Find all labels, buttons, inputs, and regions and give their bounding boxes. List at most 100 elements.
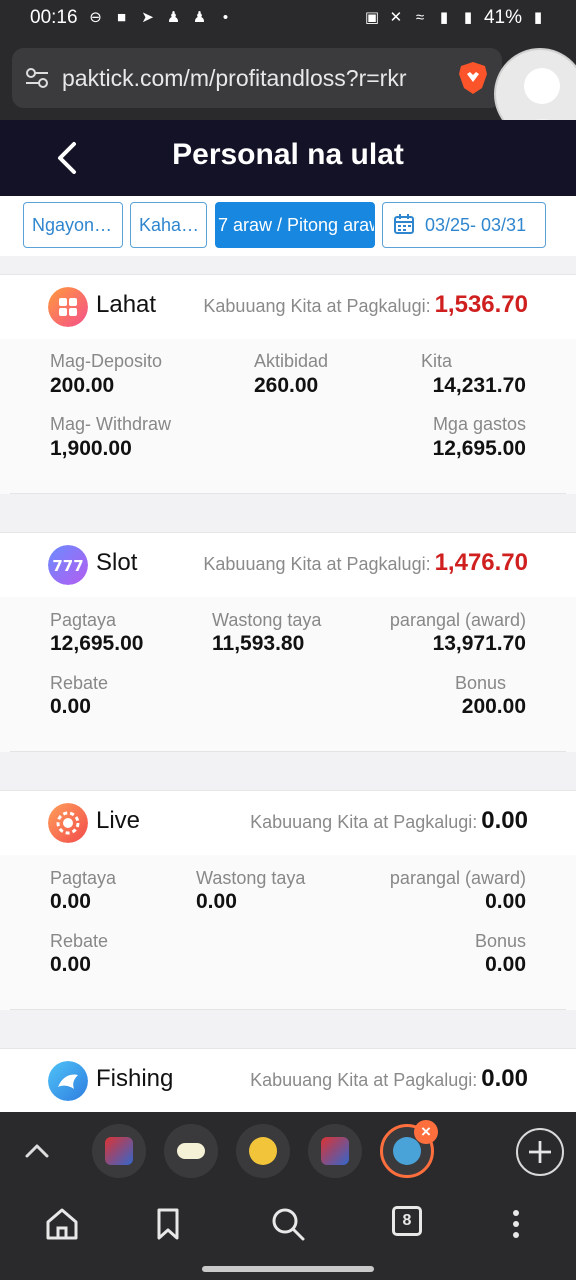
tab-thumbnail-4[interactable] <box>308 1124 362 1178</box>
browser-toolbar: paktick.com/m/profitandloss?r=rkr <box>0 36 576 140</box>
signal-icon-2: ▮ <box>463 9 473 26</box>
clock: 00:16 <box>30 7 78 28</box>
date-range-text: 03/25- 03/31 <box>425 215 527 235</box>
card-header: 777 Slot Kabuuang Kita at Pagkalugi: 1,47… <box>0 533 576 597</box>
dot-icon: • <box>222 9 229 26</box>
date-filter-tabs: Ngayon… Kaha… 7 araw / Pitong araw 03/25… <box>0 196 576 256</box>
tab-switcher-button[interactable]: 8 <box>392 1206 422 1236</box>
divider <box>10 493 566 494</box>
bonus-value: 0.00 <box>485 953 526 976</box>
gesture-handle <box>202 1266 374 1272</box>
total-label: Kabuuang Kita at Pagkalugi: <box>250 1070 478 1090</box>
total-label: Kabuuang Kita at Pagkalugi: <box>203 554 431 574</box>
total-label: Kabuuang Kita at Pagkalugi: <box>203 296 431 316</box>
site-favicon <box>393 1137 421 1165</box>
award-value: 13,971.70 <box>432 632 526 655</box>
bonus-value: 200.00 <box>461 695 526 718</box>
home-icon[interactable] <box>42 1204 82 1244</box>
category-card-slot: 777 Slot Kabuuang Kita at Pagkalugi: 1,47… <box>0 532 576 752</box>
tab-7-days[interactable]: 7 araw / Pitong araw <box>215 202 375 248</box>
card-header: Fishing Kabuuang Kita at Pagkalugi: 0.00 <box>0 1049 576 1113</box>
svg-text:777: 777 <box>52 557 83 575</box>
bet-value: 0.00 <box>50 890 91 913</box>
bonus-label: Bonus <box>474 931 526 951</box>
category-name: Live <box>96 807 141 834</box>
deposit-label: Mag-Deposito <box>50 351 163 371</box>
calendar-icon <box>394 214 414 235</box>
category-name: Slot <box>96 549 138 576</box>
withdraw-label: Mag- Withdraw <box>50 414 172 434</box>
category-card-live: Live Kabuuang Kita at Pagkalugi: 0.00 Pag… <box>0 790 576 1010</box>
rebate-label: Rebate <box>50 931 109 951</box>
data-saver-icon: ▣ <box>364 9 380 26</box>
site-favicon <box>249 1137 277 1165</box>
income-value: 14,231.70 <box>432 374 526 397</box>
fishing-icon <box>48 1061 88 1101</box>
category-card-lahat: Lahat Kabuuang Kita at Pagkalugi: 1,536.7… <box>0 274 576 494</box>
battery-percent: 41% <box>483 7 522 28</box>
chevron-up-icon[interactable] <box>22 1136 52 1166</box>
valid-bet-value: 11,593.80 <box>212 632 305 655</box>
valid-bet-label: Wastong taya <box>212 610 322 630</box>
total-amount: 0.00 <box>481 807 528 834</box>
category-name: Fishing <box>96 1065 174 1092</box>
contact-add-icon: ♟ <box>192 9 207 26</box>
more-menu-icon[interactable] <box>496 1204 536 1244</box>
url-text[interactable]: paktick.com/m/profitandloss?r=rkr <box>62 65 448 92</box>
site-favicon <box>177 1143 205 1159</box>
valid-bet-label: Wastong taya <box>196 868 306 888</box>
expense-label: Mga gastos <box>432 414 526 434</box>
tab-thumbnail-1[interactable] <box>92 1124 146 1178</box>
rebate-value: 0.00 <box>50 695 91 718</box>
address-bar[interactable]: paktick.com/m/profitandloss?r=rkr <box>12 48 502 108</box>
total-amount: 0.00 <box>481 1065 528 1092</box>
signal-icon: ▮ <box>439 9 449 26</box>
category-card-fishing: Fishing Kabuuang Kita at Pagkalugi: 0.00 <box>0 1048 576 1113</box>
total-amount: 1,476.70 <box>434 549 528 576</box>
expense-value: 12,695.00 <box>432 437 526 460</box>
tab-yesterday[interactable]: Kaha… <box>130 202 207 248</box>
page-title: Personal na ulat <box>172 138 404 171</box>
status-bar: 00:16 ⊖ ■ ➤ ♟ ♟ • ▣ ✕ ≈ ▮ ▮ 41% ▮ <box>0 0 576 36</box>
total-profit-loss: Kabuuang Kita at Pagkalugi: 1,476.70 <box>203 549 528 577</box>
total-profit-loss: Kabuuang Kita at Pagkalugi: 0.00 <box>250 807 528 835</box>
rebate-value: 0.00 <box>50 953 91 976</box>
award-value: 0.00 <box>485 890 526 913</box>
date-range-picker[interactable]: 03/25- 03/31 <box>382 202 546 248</box>
bet-label: Pagtaya <box>50 868 117 888</box>
do-not-disturb-icon: ⊖ <box>89 9 102 26</box>
income-label: Kita <box>420 351 452 371</box>
site-settings-icon[interactable] <box>24 65 50 91</box>
category-name: Lahat <box>96 291 157 318</box>
award-label: parangal (award) <box>389 868 526 888</box>
rebate-label: Rebate <box>50 673 109 693</box>
activity-value: 260.00 <box>254 374 319 397</box>
tab-thumbnail-3[interactable] <box>236 1124 290 1178</box>
slot-icon: 777 <box>48 545 88 585</box>
deposit-value: 200.00 <box>50 374 115 397</box>
grid-icon <box>48 287 88 327</box>
bet-value: 12,695.00 <box>50 632 144 655</box>
brave-shields-icon[interactable] <box>456 60 490 96</box>
total-amount: 1,536.70 <box>434 291 528 318</box>
new-tab-button[interactable] <box>516 1128 564 1176</box>
site-favicon <box>321 1137 349 1165</box>
valid-bet-value: 0.00 <box>196 890 237 913</box>
total-label: Kabuuang Kita at Pagkalugi: <box>250 812 478 832</box>
activity-label: Aktibidad <box>254 351 329 371</box>
tab-today[interactable]: Ngayon… <box>23 202 123 248</box>
contact-icon: ♟ <box>166 9 181 26</box>
search-icon[interactable] <box>268 1204 308 1244</box>
bookmark-icon[interactable] <box>148 1204 188 1244</box>
casino-chip-icon <box>48 803 88 843</box>
card-header: Lahat Kabuuang Kita at Pagkalugi: 1,536.7… <box>0 275 576 339</box>
site-favicon <box>105 1137 133 1165</box>
mute-icon: ✕ <box>389 9 403 26</box>
divider <box>10 751 566 752</box>
withdraw-value: 1,900.00 <box>50 437 132 460</box>
close-tab-icon[interactable]: × <box>414 1120 438 1144</box>
tab-thumbnail-2[interactable] <box>164 1124 218 1178</box>
bonus-label: Bonus <box>454 673 506 693</box>
award-label: parangal (award) <box>389 610 526 630</box>
divider <box>10 1009 566 1010</box>
